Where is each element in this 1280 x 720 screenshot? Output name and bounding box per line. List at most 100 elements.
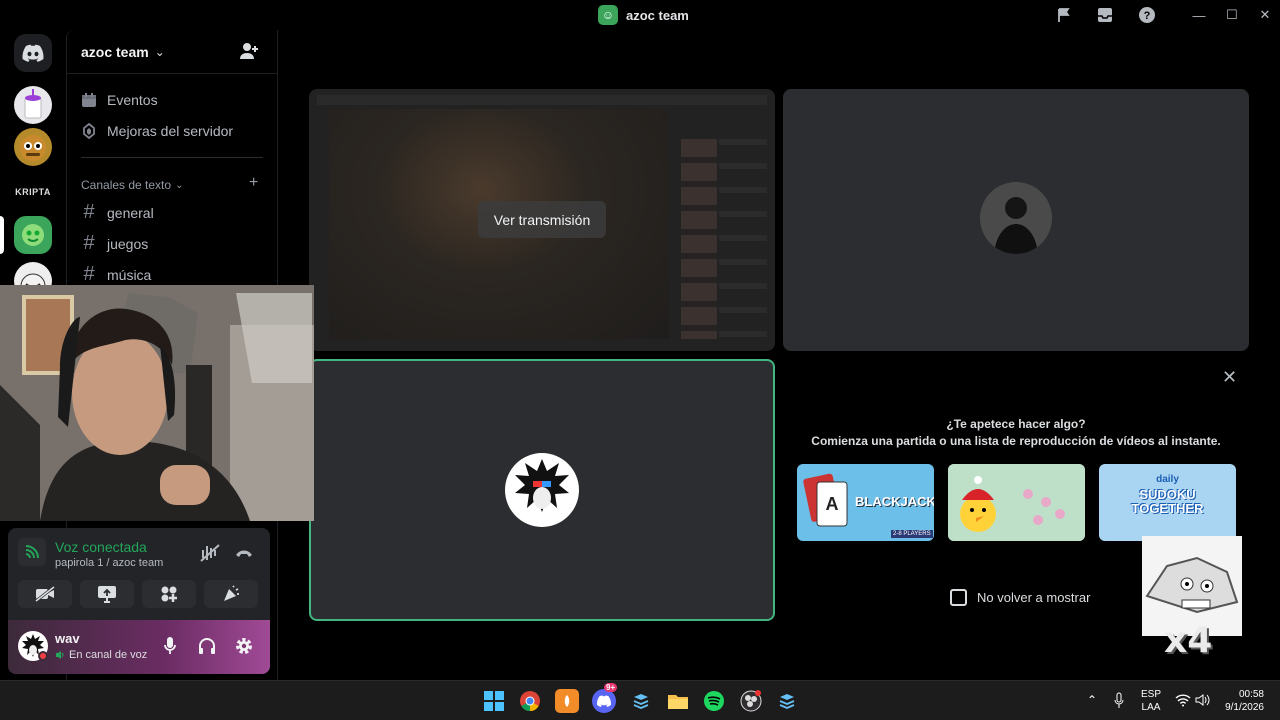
spotify-icon[interactable] xyxy=(702,689,726,713)
gear-icon[interactable] xyxy=(234,636,254,661)
activity-card-sudoku[interactable]: daily SUDOKU TOGETHER xyxy=(1099,464,1236,541)
status-badge xyxy=(38,651,48,661)
sidebar-item-server-boosts[interactable]: Mejoras del servidor xyxy=(81,123,233,139)
sidebar-divider xyxy=(81,157,263,158)
activities-button[interactable] xyxy=(142,580,196,608)
minimize-icon[interactable]: — xyxy=(1186,4,1212,26)
channel-juegos[interactable]: # juegos xyxy=(81,232,148,255)
obs-icon[interactable] xyxy=(739,689,763,713)
channel-label: general xyxy=(107,204,154,221)
dont-show-label: No volver a mostrar xyxy=(977,590,1091,605)
disconnect-icon[interactable] xyxy=(234,546,254,564)
activities-icon xyxy=(161,586,177,602)
voice-stage: Ver transmisión ✕ ¿Te apetece hacer algo… xyxy=(278,30,1280,680)
title-bar: ☺ azoc team ? — ☐ ✕ xyxy=(0,0,1280,30)
chevron-up-icon[interactable]: ⌃ xyxy=(1087,693,1097,707)
boost-icon xyxy=(83,123,95,139)
wifi-icon[interactable] xyxy=(1175,693,1191,712)
text-channel-icon: # xyxy=(83,263,95,285)
activity-card-blackjack[interactable]: A BLACKJACK 2-8 PLAYERS xyxy=(797,464,934,541)
dont-show-again[interactable]: No volver a mostrar xyxy=(950,589,1090,606)
share-screen-button[interactable] xyxy=(80,580,134,608)
soundboard-button[interactable] xyxy=(204,580,258,608)
flag-icon[interactable] xyxy=(1053,4,1075,26)
maximize-icon[interactable]: ☐ xyxy=(1219,4,1245,26)
chevron-down-icon: ⌄ xyxy=(175,179,184,191)
category-text-channels[interactable]: Canales de texto ⌄ xyxy=(81,178,183,192)
participant-avatar xyxy=(980,182,1052,254)
sidebar-item-server-boosts-label: Mejoras del servidor xyxy=(107,123,234,139)
watch-stream-label: Ver transmisión xyxy=(493,211,591,228)
webcam-video xyxy=(0,285,314,521)
voice-panel: Voz conectada papirola 1 / azoc team wav… xyxy=(8,528,270,674)
discord-taskbar-icon[interactable]: 9+ xyxy=(592,683,618,713)
channel-general[interactable]: # general xyxy=(81,201,154,224)
guild-cup-icon[interactable] xyxy=(14,86,52,124)
username: wav xyxy=(55,631,80,646)
channel-label: música xyxy=(107,266,152,283)
activities-subtitle: Comienza una partida o una lista de repr… xyxy=(811,434,1221,448)
clock[interactable]: 00:58 9/1/2026 xyxy=(1222,688,1264,714)
text-channel-icon: # xyxy=(83,201,95,223)
file-explorer-icon[interactable] xyxy=(666,689,690,713)
channel-label: juegos xyxy=(107,235,149,252)
camera-toggle-button[interactable] xyxy=(18,580,72,608)
stream-preview-toolbar xyxy=(317,95,767,105)
soundboard-icon xyxy=(224,585,239,601)
activity-name: BLACKJACK xyxy=(855,494,934,509)
inbox-icon[interactable] xyxy=(1094,4,1116,26)
voice-channel[interactable]: papirola 1 / azoc team xyxy=(55,557,163,569)
close-window-icon[interactable]: ✕ xyxy=(1252,4,1278,26)
add-channel-icon[interactable]: + xyxy=(249,174,258,192)
guild-character-icon[interactable] xyxy=(14,128,52,166)
clock-time: 00:58 xyxy=(1238,689,1264,700)
category-label: Canales de texto xyxy=(81,178,172,192)
voice-status[interactable]: Voz conectada xyxy=(55,539,147,555)
svg-text:A: A xyxy=(826,494,839,514)
user-status: En canal de voz xyxy=(55,649,147,661)
windows-start-icon[interactable] xyxy=(482,689,506,713)
speaking-participant-tile[interactable] xyxy=(309,359,775,621)
steam-icon-2[interactable] xyxy=(775,689,799,713)
svg-text:?: ? xyxy=(1144,10,1151,22)
headphones-icon[interactable] xyxy=(198,637,216,660)
stream-preview-list xyxy=(719,139,767,339)
fl-studio-icon[interactable] xyxy=(555,689,579,713)
channel-musica[interactable]: # música xyxy=(81,263,151,286)
speaker-icon xyxy=(56,651,64,659)
activity-name: SUDOKU TOGETHER xyxy=(1131,487,1204,516)
card-icon: A xyxy=(803,473,848,527)
connection-icon[interactable] xyxy=(18,538,46,566)
participant-tile[interactable] xyxy=(783,89,1249,351)
microphone-tray-icon[interactable] xyxy=(1113,692,1125,715)
clock-date: 9/1/2026 xyxy=(1225,702,1264,713)
camera-off-icon xyxy=(35,586,55,602)
sidebar-item-events[interactable]: Eventos xyxy=(81,92,158,108)
volume-icon[interactable] xyxy=(1195,693,1211,712)
invite-people-icon[interactable] xyxy=(239,42,259,65)
discord-home-icon[interactable] xyxy=(14,34,52,72)
steam-icon[interactable] xyxy=(629,689,653,713)
calendar-icon xyxy=(82,93,96,107)
guild-azoc-team-icon[interactable] xyxy=(14,216,52,254)
notification-badge: 9+ xyxy=(604,683,618,692)
dont-show-checkbox[interactable] xyxy=(950,589,967,606)
server-header[interactable]: azoc team ⌄ xyxy=(67,30,277,74)
stream-tile[interactable]: Ver transmisión xyxy=(309,89,775,351)
screen-share-icon xyxy=(98,586,116,603)
activities-title: ¿Te apetece hacer algo? xyxy=(946,417,1086,431)
language-indicator[interactable]: ESP LAA xyxy=(1141,688,1161,714)
noise-suppression-icon[interactable] xyxy=(200,544,220,567)
sidebar-item-events-label: Eventos xyxy=(107,92,158,108)
server-name: azoc team xyxy=(81,43,149,60)
activity-card-chick[interactable] xyxy=(948,464,1085,541)
chrome-icon[interactable] xyxy=(518,689,542,713)
watch-stream-button[interactable]: Ver transmisión xyxy=(478,201,606,238)
chevron-down-icon: ⌄ xyxy=(154,44,165,59)
close-icon[interactable]: ✕ xyxy=(1222,367,1237,388)
microphone-icon[interactable] xyxy=(163,636,177,661)
guild-kripta-icon[interactable]: KRIPTA xyxy=(14,173,52,211)
selected-guild-indicator xyxy=(0,216,4,254)
help-icon[interactable]: ? xyxy=(1136,4,1158,26)
window-title: ☺ azoc team xyxy=(598,5,689,25)
